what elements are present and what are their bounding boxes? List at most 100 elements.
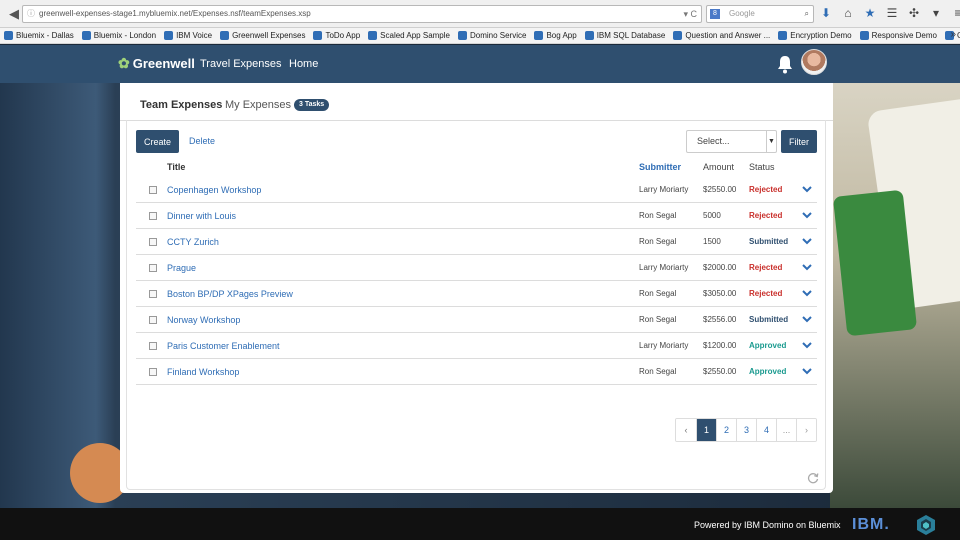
bookmark-item[interactable]: ToDo App [309, 31, 364, 40]
bookmark-item[interactable]: Bluemix - Dallas [0, 31, 78, 40]
bookmark-item[interactable]: Encryption Demo [774, 31, 855, 40]
delete-button[interactable]: Delete [189, 136, 215, 146]
chevron-down-icon[interactable] [801, 261, 813, 273]
bookmark-item[interactable]: Greenwell Expenses [216, 31, 309, 40]
row-checkbox[interactable] [149, 342, 157, 350]
row-title-link[interactable]: CCTY Zurich [167, 237, 219, 247]
row-checkbox[interactable] [149, 212, 157, 220]
row-title-link[interactable]: Paris Customer Enablement [167, 341, 280, 351]
status-badge: Submitted [749, 237, 789, 246]
chevron-down-icon[interactable] [801, 235, 813, 247]
bookmarks-overflow-icon[interactable]: » [950, 29, 956, 40]
pagination-page-4[interactable]: 4 [756, 419, 776, 441]
pagination-prev[interactable]: ‹ [676, 419, 696, 441]
filter-button[interactable]: Filter [781, 130, 817, 153]
status-badge: Rejected [749, 289, 783, 298]
addon-icon[interactable]: ✣ [906, 4, 922, 22]
tab-my-expenses[interactable]: My Expenses [225, 99, 291, 111]
overflow-chevron-icon[interactable]: ▾ [928, 4, 944, 22]
row-amount: $3050.00 [703, 289, 737, 298]
google-icon: 8 [710, 9, 720, 19]
row-checkbox[interactable] [149, 186, 157, 194]
table-row[interactable]: Dinner with Louis Ron Segal 5000 Rejected [136, 203, 817, 229]
row-title-link[interactable]: Boston BP/DP XPages Preview [167, 289, 293, 299]
bookmark-icon [220, 31, 230, 40]
chevron-down-icon[interactable] [801, 287, 813, 299]
refresh-icon[interactable] [807, 472, 819, 484]
bookmark-item[interactable]: Bluemix - London [78, 31, 160, 40]
pagination-page-3[interactable]: 3 [736, 419, 756, 441]
bell-icon[interactable] [776, 54, 794, 74]
row-amount: 1500 [703, 237, 721, 246]
nav-home[interactable]: Home [289, 58, 318, 70]
bookmark-label: Bluemix - Dallas [16, 31, 74, 40]
download-icon[interactable]: ⬇ [818, 4, 834, 22]
row-title-link[interactable]: Finland Workshop [167, 367, 239, 377]
bookmark-item[interactable]: Bog App [530, 31, 580, 40]
column-header-status[interactable]: Status [749, 162, 775, 172]
table-row[interactable]: Copenhagen Workshop Larry Moriarty $2550.0… [136, 177, 817, 203]
row-amount: $2556.00 [703, 315, 737, 324]
chevron-down-icon[interactable] [801, 365, 813, 377]
chevron-down-icon[interactable] [801, 183, 813, 195]
bookmark-item[interactable]: Domino Service [454, 31, 530, 40]
avatar[interactable] [801, 49, 827, 75]
row-checkbox[interactable] [149, 316, 157, 324]
bookmark-icon [584, 31, 594, 40]
pagination-next[interactable]: › [796, 419, 816, 441]
tasks-badge[interactable]: 3 Tasks [294, 99, 330, 111]
browser-search-input[interactable]: 8 Google ⌕ [706, 5, 814, 23]
column-header-title[interactable]: Title [167, 162, 185, 172]
table-row[interactable]: Norway Workshop Ron Segal $2556.00 Submitte… [136, 307, 817, 333]
table-row[interactable]: Prague Larry Moriarty $2000.00 Rejected [136, 255, 817, 281]
bookmark-item[interactable]: Responsive Demo [856, 31, 941, 40]
brand-logo[interactable]: ✿ Greenwell [118, 55, 195, 72]
address-bar[interactable]: ⓘ greenwell-expenses-stage1.mybluemix.ne… [22, 5, 702, 23]
table-row[interactable]: Paris Customer Enablement Larry Moriarty $… [136, 333, 817, 359]
reload-icon[interactable]: ▾ C [683, 6, 697, 22]
bookmark-label: IBM SQL Database [596, 31, 666, 40]
bookmark-item[interactable]: IBM SQL Database [581, 31, 670, 40]
search-icon[interactable]: ⌕ [805, 6, 809, 22]
status-badge: Approved [749, 367, 787, 376]
pagination: ‹ 1 2 3 4 ... › [675, 418, 817, 442]
row-title-link[interactable]: Dinner with Louis [167, 211, 236, 221]
chevron-down-icon[interactable] [801, 313, 813, 325]
bookmark-item[interactable]: IBM Voice [160, 31, 216, 40]
home-icon[interactable]: ⌂ [840, 4, 856, 22]
powered-by-text: Powered by IBM Domino on Bluemix [694, 520, 841, 530]
bookmark-item[interactable]: Question and Answer ... [669, 31, 774, 40]
bookmarks-menu-icon[interactable]: ☰ [884, 4, 900, 22]
nav-travel-expenses[interactable]: Travel Expenses [200, 58, 282, 70]
table-row[interactable]: CCTY Zurich Ron Segal 1500 Submitted [136, 229, 817, 255]
row-title-link[interactable]: Norway Workshop [167, 315, 240, 325]
browser-toolbar: ◀ ⓘ greenwell-expenses-stage1.mybluemix.… [0, 0, 960, 28]
create-button[interactable]: Create [136, 130, 179, 153]
menu-icon[interactable]: ≡ [950, 4, 960, 22]
background-shape [832, 189, 918, 337]
row-submitter: Ron Segal [639, 237, 677, 246]
bookmark-label: Encryption Demo [790, 31, 852, 40]
row-title-link[interactable]: Copenhagen Workshop [167, 185, 261, 195]
bookmark-item[interactable]: Scaled App Sample [364, 31, 454, 40]
bookmark-icon [673, 31, 683, 40]
row-title-link[interactable]: Prague [167, 263, 196, 273]
table-row[interactable]: Finland Workshop Ron Segal $2550.00 Approve… [136, 359, 817, 385]
pagination-page-2[interactable]: 2 [716, 419, 736, 441]
column-header-amount[interactable]: Amount [703, 162, 734, 172]
row-checkbox[interactable] [149, 238, 157, 246]
filter-select[interactable]: Select... ▼ [686, 130, 777, 153]
row-checkbox[interactable] [149, 368, 157, 376]
bookmark-label: Bluemix - London [93, 31, 157, 40]
table-row[interactable]: Boston BP/DP XPages Preview Ron Segal $305… [136, 281, 817, 307]
bookmark-star-icon[interactable]: ★ [862, 4, 878, 22]
tab-team-expenses[interactable]: Team Expenses [140, 99, 222, 111]
chevron-down-icon[interactable] [801, 209, 813, 221]
pagination-page-1[interactable]: 1 [696, 419, 716, 441]
row-checkbox[interactable] [149, 264, 157, 272]
browser-search-placeholder: Google [729, 9, 755, 18]
bookmark-label: Domino Service [469, 31, 527, 40]
chevron-down-icon[interactable] [801, 339, 813, 351]
row-checkbox[interactable] [149, 290, 157, 298]
column-header-submitter[interactable]: Submitter [639, 162, 681, 172]
